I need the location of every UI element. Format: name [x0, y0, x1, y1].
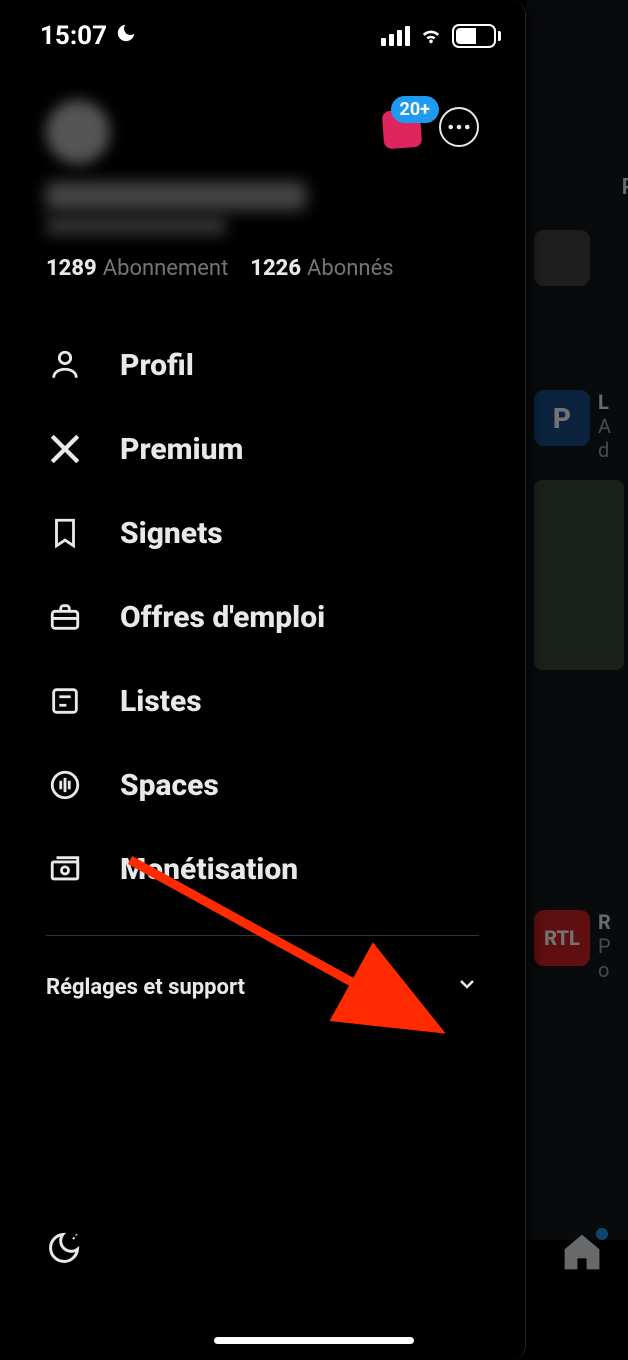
- menu-item-premium[interactable]: Premium: [46, 407, 479, 491]
- following-label: Abonnement: [103, 256, 229, 281]
- follow-stats: 1289Abonnement 1226Abonnés: [46, 256, 479, 281]
- x-icon: [46, 430, 84, 468]
- spaces-icon: [46, 766, 84, 804]
- status-time: 15:07: [40, 21, 107, 51]
- menu-label: Listes: [120, 684, 202, 719]
- profile-icon: [46, 346, 84, 384]
- followers-label: Abonnés: [307, 256, 394, 281]
- feed-dim-overlay[interactable]: [526, 0, 628, 1360]
- menu-label: Premium: [120, 432, 243, 467]
- drawer-menu: Profil Premium Signets Offres d'emploi L: [0, 323, 525, 911]
- background-feed: Po P LAd RTL RPo: [526, 0, 628, 1360]
- menu-item-profile[interactable]: Profil: [46, 323, 479, 407]
- bookmark-icon: [46, 514, 84, 552]
- navigation-drawer: 15:07 50: [0, 0, 526, 1360]
- home-indicator: [214, 1337, 414, 1344]
- do-not-disturb-icon: [115, 21, 137, 51]
- menu-item-spaces[interactable]: Spaces: [46, 743, 479, 827]
- menu-item-monetization[interactable]: Monétisation: [46, 827, 479, 911]
- status-bar: 15:07 50: [0, 0, 525, 60]
- settings-label: Réglages et support: [46, 975, 245, 1000]
- dark-mode-toggle[interactable]: [46, 1230, 479, 1270]
- menu-item-lists[interactable]: Listes: [46, 659, 479, 743]
- notification-count-badge: 20+: [391, 96, 439, 123]
- menu-label: Spaces: [120, 768, 219, 803]
- followers-link[interactable]: 1226Abonnés: [250, 256, 393, 281]
- monetization-icon: [46, 850, 84, 888]
- following-link[interactable]: 1289Abonnement: [46, 256, 228, 281]
- menu-label: Profil: [120, 348, 194, 383]
- account-switcher[interactable]: 20+: [383, 106, 425, 148]
- briefcase-icon: [46, 598, 84, 636]
- user-avatar[interactable]: [46, 100, 110, 164]
- menu-label: Signets: [120, 516, 223, 551]
- menu-label: Monétisation: [120, 852, 298, 887]
- wifi-icon: [418, 21, 444, 51]
- menu-item-jobs[interactable]: Offres d'emploi: [46, 575, 479, 659]
- settings-support-toggle[interactable]: Réglages et support: [0, 936, 525, 1002]
- menu-label: Offres d'emploi: [120, 600, 325, 635]
- followers-count: 1226: [250, 256, 301, 281]
- user-handle: [46, 216, 226, 236]
- menu-item-bookmarks[interactable]: Signets: [46, 491, 479, 575]
- cellular-signal-icon: [381, 26, 410, 46]
- drawer-header: 20+ 1289Abonnement 1226Abonnés: [0, 60, 525, 281]
- chevron-down-icon: [455, 972, 479, 1002]
- battery-percent: 50: [465, 27, 482, 45]
- battery-indicator: 50: [452, 24, 501, 48]
- list-icon: [46, 682, 84, 720]
- following-count: 1289: [46, 256, 97, 281]
- more-accounts-button[interactable]: [439, 107, 479, 147]
- user-display-name: [46, 182, 306, 210]
